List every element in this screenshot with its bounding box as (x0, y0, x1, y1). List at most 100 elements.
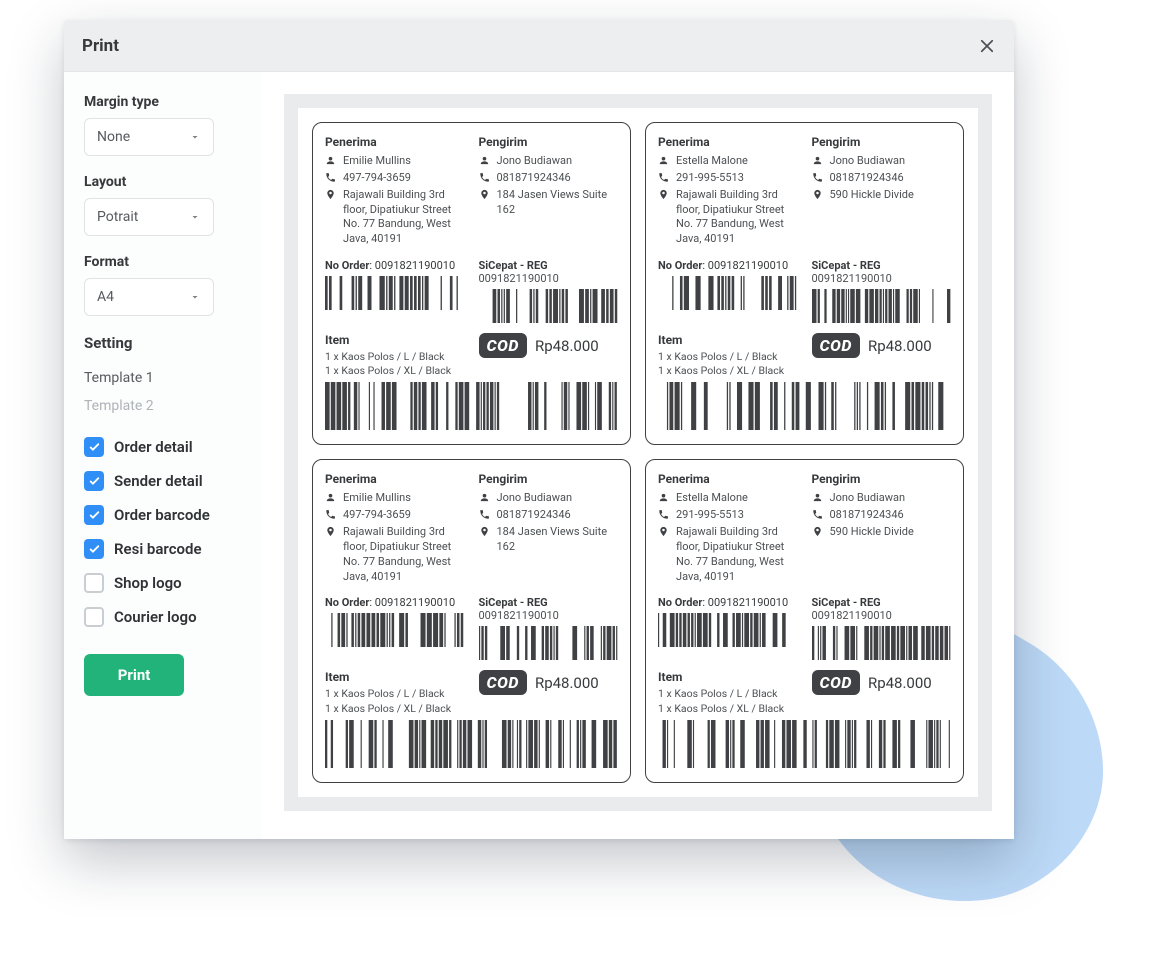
checkbox-icon (84, 607, 104, 627)
sender-address: 184 Jasen Views Suite 162 (497, 525, 619, 555)
item-line: 1 x Kaos Polos / L / Black (325, 687, 465, 701)
shipping-label: PenerimaEstella Malone291-995-5513Rajawa… (645, 459, 964, 782)
layout-value: Potrait (97, 209, 138, 225)
phone-icon (812, 509, 823, 520)
item-line: 1 x Kaos Polos / XL / Black (325, 702, 465, 716)
sender-phone: 081871924346 (830, 508, 904, 523)
person-icon (812, 492, 823, 503)
recipient-name: Estella Malone (676, 491, 748, 506)
awb-number: 0091821190010 (479, 272, 619, 285)
order-barcode (658, 613, 798, 647)
layout-select[interactable]: Potrait (84, 198, 214, 236)
item-line: 1 x Kaos Polos / L / Black (325, 350, 465, 364)
format-select[interactable]: A4 (84, 278, 214, 316)
awb-barcode (479, 626, 619, 660)
resi-barcode (658, 382, 951, 430)
recipient-heading: Penerima (325, 135, 465, 149)
person-icon (479, 155, 490, 166)
checkbox-icon (84, 573, 104, 593)
template-option[interactable]: Template 1 (84, 364, 244, 392)
person-icon (812, 155, 823, 166)
awb-number: 0091821190010 (812, 272, 952, 285)
recipient-heading: Penerima (658, 135, 798, 149)
recipient-phone: 291-995-5513 (676, 508, 744, 523)
setting-option-label: Shop logo (114, 574, 182, 592)
awb-number: 0091821190010 (812, 609, 952, 622)
preview-pane: Penerima Emilie Mullins 497-794-3659 Rajawa… (262, 72, 1014, 839)
checkbox-checked-icon (84, 539, 104, 559)
recipient-address: Rajawali Building 3rd floor, Dipatiukur … (676, 188, 798, 247)
cod-badge: COD (479, 333, 527, 358)
format-value: A4 (97, 289, 114, 305)
setting-heading: Setting (84, 334, 244, 352)
template-option[interactable]: Template 2 (84, 392, 244, 420)
shipping-label: PenerimaEmilie Mullins497-794-3659Rajawa… (312, 122, 631, 445)
shipping-label: PenerimaEmilie Mullins497-794-3659Rajawa… (312, 459, 631, 782)
setting-option-label: Order detail (114, 438, 193, 456)
phone-icon (479, 172, 490, 183)
resi-barcode (658, 720, 951, 768)
pin-icon (325, 526, 336, 537)
sender-address: 590 Hickle Divide (830, 188, 914, 203)
sender-name: Jono Budiawan (497, 154, 573, 169)
setting-option-label: Order barcode (114, 506, 210, 524)
print-button[interactable]: Print (84, 654, 184, 696)
phone-icon (658, 172, 669, 183)
sheet-background: Penerima Emilie Mullins 497-794-3659 Rajawa… (284, 94, 992, 811)
dialog-titlebar: Print (64, 20, 1014, 72)
recipient-phone: 497-794-3659 (343, 508, 411, 523)
pin-icon (658, 189, 669, 200)
order-barcode (325, 276, 465, 310)
sender-phone: 081871924346 (497, 171, 571, 186)
phone-icon (325, 172, 336, 183)
close-icon[interactable] (978, 37, 996, 55)
cod-badge: COD (812, 333, 860, 358)
cod-badge: COD (479, 670, 527, 695)
setting-option-label: Courier logo (114, 608, 197, 626)
recipient-name: Emilie Mullins (343, 491, 411, 506)
recipient-phone: 291-995-5513 (676, 171, 744, 186)
person-icon (658, 155, 669, 166)
pin-icon (812, 526, 823, 537)
sender-address: 184 Jasen Views Suite 162 (497, 188, 619, 218)
order-number: No Order: 0091821190010 (325, 259, 465, 272)
order-number: No Order: 0091821190010 (658, 259, 798, 272)
margin-label: Margin type (84, 94, 244, 110)
item-line: 1 x Kaos Polos / XL / Black (325, 364, 465, 378)
dialog-title: Print (82, 36, 119, 56)
setting-option[interactable]: Courier logo (84, 600, 244, 634)
recipient-address: Rajawali Building 3rd floor, Dipatiukur … (676, 525, 798, 584)
sender-name: Jono Budiawan (830, 154, 906, 169)
sender-address: 590 Hickle Divide (830, 525, 914, 540)
margin-select[interactable]: None (84, 118, 214, 156)
order-barcode (325, 613, 465, 647)
margin-value: None (97, 129, 130, 145)
shipping-service: SiCepat - REG0091821190010 (812, 259, 952, 285)
setting-option[interactable]: Shop logo (84, 566, 244, 600)
shipping-service: SiCepat - REG0091821190010 (479, 259, 619, 285)
shipping-label: Penerima Estella Malone 291-995-5513 Rajawa… (645, 122, 964, 445)
recipient-name: Estella Malone (676, 154, 748, 169)
label-sheet: Penerima Emilie Mullins 497-794-3659 Rajawa… (298, 108, 978, 797)
cod-amount: Rp48.000 (868, 337, 932, 355)
resi-barcode (325, 382, 618, 430)
format-label: Format (84, 254, 244, 270)
checkbox-checked-icon (84, 471, 104, 491)
setting-option[interactable]: Order detail (84, 430, 244, 464)
sender-heading: Pengirim (812, 135, 952, 149)
items-heading: Item (658, 333, 798, 347)
shipping-service: SiCepat - REG0091821190010 (479, 596, 619, 622)
sender-heading: Pengirim (479, 135, 619, 149)
recipient-phone: 497-794-3659 (343, 171, 411, 186)
pin-icon (325, 189, 336, 200)
cod-badge: COD (812, 670, 860, 695)
layout-label: Layout (84, 174, 244, 190)
setting-option[interactable]: Resi barcode (84, 532, 244, 566)
setting-option-label: Resi barcode (114, 540, 202, 558)
setting-option[interactable]: Order barcode (84, 498, 244, 532)
cod-amount: Rp48.000 (868, 674, 932, 692)
setting-option[interactable]: Sender detail (84, 464, 244, 498)
person-icon (325, 492, 336, 503)
phone-icon (658, 509, 669, 520)
recipient-address: Rajawali Building 3rd floor, Dipatiukur … (343, 188, 465, 247)
